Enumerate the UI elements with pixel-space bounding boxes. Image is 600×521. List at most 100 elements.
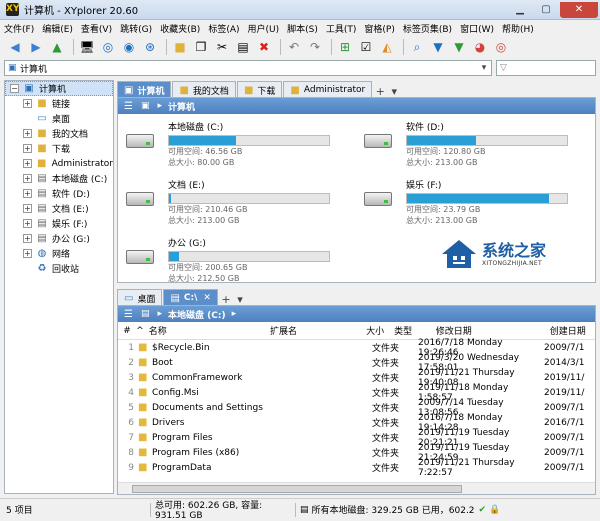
address-input[interactable]: ▣ 计算机 ▾ xyxy=(4,60,492,76)
tree-item[interactable]: + ■ 链接 xyxy=(5,96,113,111)
drive-tile[interactable]: 办公 (G:) 可用空间: 200.65 GB 总大小: 212.50 GB xyxy=(124,236,330,284)
menu-panes[interactable]: 窗格(P) xyxy=(364,22,394,35)
tree-item[interactable]: + ◍ 网络 xyxy=(5,246,113,261)
filter-icon[interactable]: ▼ xyxy=(429,38,447,56)
tree-item[interactable]: + ■ 下载 xyxy=(5,141,113,156)
chevron-down-icon[interactable]: ▾ xyxy=(477,63,491,73)
menu-window[interactable]: 窗口(W) xyxy=(460,22,494,35)
menu-user[interactable]: 用户(U) xyxy=(248,22,280,35)
search-icon[interactable]: ◉ xyxy=(120,38,138,56)
chevron-right-icon[interactable]: ▸ xyxy=(157,101,162,111)
close-button[interactable]: ✕ xyxy=(560,1,598,18)
play-circle-icon[interactable]: ⊛ xyxy=(141,38,159,56)
back-arrow-icon[interactable]: ◀ xyxy=(6,38,24,56)
tree-item[interactable]: + ▤ 办公 (G:) xyxy=(5,231,113,246)
tree-expander[interactable]: + xyxy=(23,249,32,258)
redo-icon[interactable]: ↷ xyxy=(306,38,324,56)
drive-tile[interactable]: 本地磁盘 (C:) 可用空间: 46.56 GB 总大小: 80.00 GB xyxy=(124,120,330,168)
menu-scripting[interactable]: 脚本(S) xyxy=(287,22,318,35)
col-created[interactable]: 创建日期 xyxy=(550,324,595,337)
computer-icon[interactable]: 🖥 xyxy=(78,38,96,56)
menu-tabsets[interactable]: 标签页集(B) xyxy=(403,22,452,35)
scrollbar-thumb[interactable] xyxy=(132,485,462,493)
menu-view[interactable]: 查看(V) xyxy=(81,22,112,35)
tree-expander[interactable]: + xyxy=(23,129,32,138)
cut-icon[interactable]: ✂ xyxy=(213,38,231,56)
pie-chart-icon[interactable]: ◕ xyxy=(471,38,489,56)
menu-help[interactable]: 帮助(H) xyxy=(502,22,534,35)
filter-input[interactable]: ▽ xyxy=(496,60,596,76)
breadcrumb-current[interactable]: 本地磁盘 (C:) xyxy=(168,308,226,321)
row-number: 2 xyxy=(128,357,134,368)
maximize-button[interactable]: ▢ xyxy=(534,2,558,18)
chevron-right-icon[interactable]: ▸ xyxy=(157,309,162,319)
menu-file[interactable]: 文件(F) xyxy=(4,22,34,35)
spiral-icon[interactable]: ◎ xyxy=(492,38,510,56)
checkbox-icon[interactable]: ☑ xyxy=(357,38,375,56)
col-number[interactable]: # xyxy=(118,326,136,336)
tree-expander[interactable]: + xyxy=(23,189,32,198)
drive-tile[interactable]: 文档 (E:) 可用空间: 210.46 GB 总大小: 213.00 GB xyxy=(124,178,330,226)
folder-tree[interactable]: − ▣ 计算机 + ■ 链接 ▭ 桌面 + ■ 我的文档 + ■ 下载 + ■ Administrator + ▤ 本… xyxy=(4,80,114,494)
drive-tile[interactable]: 软件 (D:) 可用空间: 120.80 GB 总大小: 213.00 GB xyxy=(362,120,568,168)
close-tab-icon[interactable]: ✕ xyxy=(203,293,211,303)
tree-item[interactable]: + ▤ 本地磁盘 (C:) xyxy=(5,171,113,186)
tree-item[interactable]: + ■ Administrator xyxy=(5,156,113,171)
paste-icon[interactable]: ▤ xyxy=(234,38,252,56)
new-folder-icon[interactable]: ■ xyxy=(171,38,189,56)
menu-edit[interactable]: 编辑(E) xyxy=(42,22,73,35)
menu-go[interactable]: 跳转(G) xyxy=(120,22,152,35)
tab-desktop[interactable]: ▭ 桌面 xyxy=(117,289,163,306)
tree-expander[interactable]: + xyxy=(23,204,32,213)
tab-administrator[interactable]: ■ Administrator xyxy=(283,81,373,98)
table-row[interactable]: 9 ■ ProgramData 文件夹 2019/11/21 Thursday 7:22… xyxy=(118,458,595,478)
col-size[interactable]: 大小 xyxy=(346,324,394,337)
menu-tools[interactable]: 工具(T) xyxy=(326,22,357,35)
tree-item[interactable]: + ▤ 软件 (D:) xyxy=(5,186,113,201)
tree-icon[interactable]: ⊞ xyxy=(336,38,354,56)
menu-tags[interactable]: 标签(A) xyxy=(208,22,239,35)
pizza-icon[interactable]: ◭ xyxy=(378,38,396,56)
tree-item[interactable]: + ■ 我的文档 xyxy=(5,126,113,141)
col-type[interactable]: 类型 xyxy=(394,324,436,337)
minimize-button[interactable]: ▁ xyxy=(508,2,532,18)
tree-item[interactable]: − ▣ 计算机 xyxy=(5,81,113,96)
tree-expander[interactable]: + xyxy=(23,174,32,183)
file-list[interactable]: 1 ■ $Recycle.Bin 文件夹 2016/7/18 Monday 19:26:… xyxy=(118,338,595,478)
col-name[interactable]: 名称 xyxy=(149,324,270,337)
tab-c-drive[interactable]: ▤ C:\ ✕ xyxy=(163,289,218,306)
tree-item[interactable]: + ▤ 娱乐 (F:) xyxy=(5,216,113,231)
copy-icon[interactable]: ❐ xyxy=(192,38,210,56)
horizontal-scrollbar[interactable] xyxy=(118,482,595,494)
tree-expander[interactable]: + xyxy=(23,159,32,168)
delete-icon[interactable]: ✖ xyxy=(255,38,273,56)
drive-tile[interactable]: 娱乐 (F:) 可用空间: 23.79 GB 总大小: 213.00 GB xyxy=(362,178,568,226)
breadcrumb-current[interactable]: 计算机 xyxy=(168,100,195,113)
tree-item[interactable]: + ▤ 文档 (E:) xyxy=(5,201,113,216)
tab-downloads[interactable]: ■ 下载 xyxy=(236,81,283,98)
tab-my-documents[interactable]: ■ 我的文档 xyxy=(172,81,236,98)
up-arrow-icon[interactable]: ▲ xyxy=(48,38,66,56)
tree-expander[interactable]: + xyxy=(23,234,32,243)
tree-expander[interactable]: + xyxy=(23,99,32,108)
tree-item[interactable]: ▭ 桌面 xyxy=(5,111,113,126)
col-extension[interactable]: 扩展名 xyxy=(270,324,346,337)
tree-expander[interactable]: − xyxy=(10,84,19,93)
tab-computer[interactable]: ▣ 计算机 xyxy=(117,81,172,98)
target-icon[interactable]: ◎ xyxy=(99,38,117,56)
find-files-icon[interactable]: ⌕ xyxy=(408,38,426,56)
tree-item[interactable]: ♻ 回收站 xyxy=(5,261,113,276)
green-filter-icon[interactable]: ▼ xyxy=(450,38,468,56)
tree-expander[interactable]: + xyxy=(23,219,32,228)
lower-tab-bar: ▭ 桌面 ▤ C:\ ✕ + ▾ xyxy=(117,288,247,306)
col-modified[interactable]: 修改日期 xyxy=(436,324,550,337)
forward-arrow-icon[interactable]: ▶ xyxy=(27,38,45,56)
menu-favorites[interactable]: 收藏夹(B) xyxy=(160,22,200,35)
tree-expander[interactable]: + xyxy=(23,144,32,153)
drive-name: 文档 (E:) xyxy=(168,181,205,191)
hamburger-menu-icon[interactable]: ☰ xyxy=(124,309,133,320)
undo-icon[interactable]: ↶ xyxy=(285,38,303,56)
drive-total: 总大小: 213.00 GB xyxy=(406,158,478,167)
chevron-right-icon[interactable]: ▸ xyxy=(232,309,237,319)
hamburger-menu-icon[interactable]: ☰ xyxy=(124,101,133,112)
